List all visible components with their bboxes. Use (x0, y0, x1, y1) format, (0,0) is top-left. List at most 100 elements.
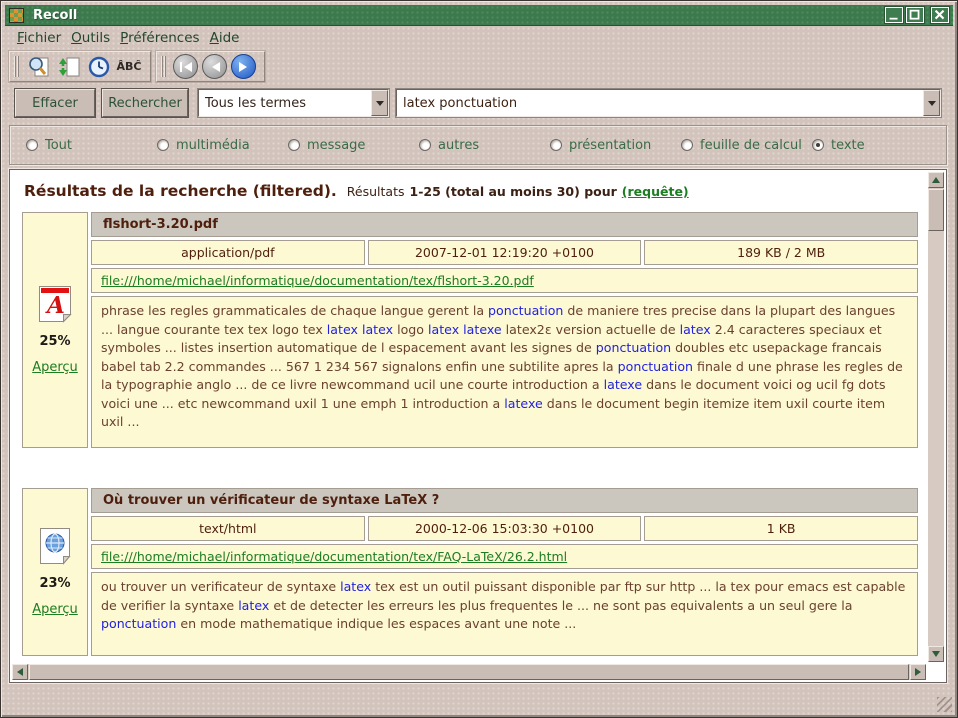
query-combobox (396, 89, 941, 117)
search-controls: Effacer Rechercher Tous les termes (15, 89, 941, 117)
search-button[interactable]: Rechercher (102, 89, 188, 117)
first-page-button[interactable] (173, 54, 198, 79)
results-count: 1-25 (total au moins 30) pour (410, 184, 617, 199)
filter-presentation[interactable]: présentation (550, 138, 681, 153)
result-url-row: file:///home/michael/informatique/docume… (91, 268, 918, 293)
filter-tout[interactable]: Tout (26, 138, 157, 153)
result-meta-row: application/pdf 2007-12-01 12:19:20 +010… (91, 240, 918, 265)
radio-icon[interactable] (26, 139, 38, 151)
horizontal-scroll-thumb[interactable] (29, 664, 909, 680)
filter-autres[interactable]: autres (419, 138, 550, 153)
resize-grip[interactable] (937, 697, 952, 712)
clear-button[interactable]: Effacer (15, 89, 95, 117)
result-size: 1 KB (644, 516, 918, 541)
document-magnifier-icon (27, 55, 51, 79)
menu-bar: Fichier Outils Préférences Aide (5, 27, 953, 49)
results-area: Résultats de la recherche (filtered). Ré… (9, 169, 947, 683)
result-entry: A 25% Aperçu flshort-3.20.pdf applicatio… (22, 212, 918, 448)
arrow-up-icon (932, 177, 940, 183)
arrow-down-icon (932, 651, 940, 657)
result-date: 2007-12-01 12:19:20 +0100 (368, 240, 642, 265)
result-size: 189 KB / 2 MB (644, 240, 918, 265)
clock-icon (87, 55, 111, 79)
result-entry: 23% Aperçu Où trouver un vérificateur de… (22, 488, 918, 656)
result-side-panel: 23% Aperçu (22, 488, 88, 656)
category-filter-bar: Tout multimédia message autres présentat… (9, 125, 947, 165)
next-page-button[interactable] (231, 54, 256, 79)
sort-parameters-button[interactable] (56, 54, 82, 79)
show-preview-button[interactable] (26, 54, 52, 79)
title-bar: Recoll (5, 5, 953, 26)
scroll-left-button[interactable] (12, 664, 28, 680)
minimize-button[interactable] (885, 7, 903, 23)
result-meta-row: text/html 2000-12-06 15:03:30 +0100 1 KB (91, 516, 918, 541)
relevance-percent: 23% (39, 576, 70, 591)
search-mode-select[interactable]: Tous les termes (198, 89, 389, 117)
result-title: flshort-3.20.pdf (91, 212, 918, 237)
maximize-button[interactable] (906, 7, 924, 23)
query-link[interactable]: (requête) (622, 184, 689, 199)
toolbar: ÂBĈ (9, 51, 265, 82)
result-mime: text/html (91, 516, 365, 541)
arrow-right-icon (915, 668, 921, 676)
preview-link[interactable]: Aperçu (32, 602, 78, 617)
result-side-panel: A 25% Aperçu (22, 212, 88, 448)
radio-icon[interactable] (288, 139, 300, 151)
filter-message[interactable]: message (288, 138, 419, 153)
query-input[interactable] (397, 96, 923, 111)
filter-texte[interactable]: texte (812, 138, 943, 153)
result-snippet: phrase les regles grammaticales de chaqu… (91, 296, 918, 448)
toolbar-handle[interactable] (14, 56, 20, 77)
previous-page-button[interactable] (202, 54, 227, 79)
close-button[interactable] (931, 7, 949, 23)
result-date: 2000-12-06 15:03:30 +0100 (368, 516, 642, 541)
html-file-icon (39, 527, 71, 565)
window-title: Recoll (33, 8, 882, 23)
radio-icon[interactable] (419, 139, 431, 151)
result-snippet: ou trouver un verificateur de syntaxe la… (91, 572, 918, 656)
menu-aide[interactable]: Aide (210, 30, 240, 46)
radio-icon[interactable] (681, 139, 693, 151)
results-title: Résultats de la recherche (filtered). (24, 182, 337, 200)
toolbar-group-main: ÂBĈ (9, 51, 151, 82)
sort-arrows-icon (57, 55, 81, 79)
arrow-left-icon (208, 61, 222, 73)
search-mode-value: Tous les termes (199, 96, 371, 111)
first-page-icon (179, 61, 193, 73)
dropdown-arrow-icon[interactable] (371, 90, 388, 116)
history-button[interactable] (86, 54, 112, 79)
results-list: Résultats de la recherche (filtered). Ré… (12, 172, 926, 662)
scroll-down-button[interactable] (928, 646, 944, 662)
results-heading: Résultats de la recherche (filtered). Ré… (24, 182, 922, 200)
vertical-scrollbar[interactable] (928, 172, 944, 662)
radio-icon[interactable] (812, 139, 824, 151)
pdf-file-icon: A (38, 285, 72, 323)
radio-icon[interactable] (550, 139, 562, 151)
menu-outils[interactable]: Outils (71, 30, 110, 46)
toolbar-handle[interactable] (161, 56, 167, 77)
relevance-percent: 25% (39, 334, 70, 349)
result-mime: application/pdf (91, 240, 365, 265)
abc-spell-icon: ÂBĈ (117, 60, 142, 73)
result-url-link[interactable]: file:///home/michael/informatique/docume… (101, 549, 567, 564)
result-url-row: file:///home/michael/informatique/docume… (91, 544, 918, 569)
scroll-right-button[interactable] (910, 664, 926, 680)
menu-preferences[interactable]: Préférences (120, 30, 199, 46)
preview-link[interactable]: Aperçu (32, 360, 78, 375)
vertical-scroll-thumb[interactable] (928, 189, 944, 231)
menu-fichier[interactable]: Fichier (17, 30, 61, 46)
arrow-right-icon (237, 61, 251, 73)
result-url-link[interactable]: file:///home/michael/informatique/docume… (101, 273, 534, 288)
horizontal-scrollbar[interactable] (12, 664, 926, 680)
toolbar-group-nav (156, 51, 265, 82)
filter-feuille-de-calcul[interactable]: feuille de calcul (681, 138, 812, 153)
scroll-up-button[interactable] (928, 172, 944, 188)
term-explorer-button[interactable]: ÂBĈ (116, 54, 142, 79)
dropdown-arrow-icon[interactable] (923, 90, 940, 116)
recoll-window: Recoll Fichier Outils Préférences Aide (0, 0, 958, 718)
filter-multimedia[interactable]: multimédia (157, 138, 288, 153)
svg-text:A: A (45, 292, 65, 319)
result-title: Où trouver un vérificateur de syntaxe La… (91, 488, 918, 513)
arrow-left-icon (17, 668, 23, 676)
radio-icon[interactable] (157, 139, 169, 151)
